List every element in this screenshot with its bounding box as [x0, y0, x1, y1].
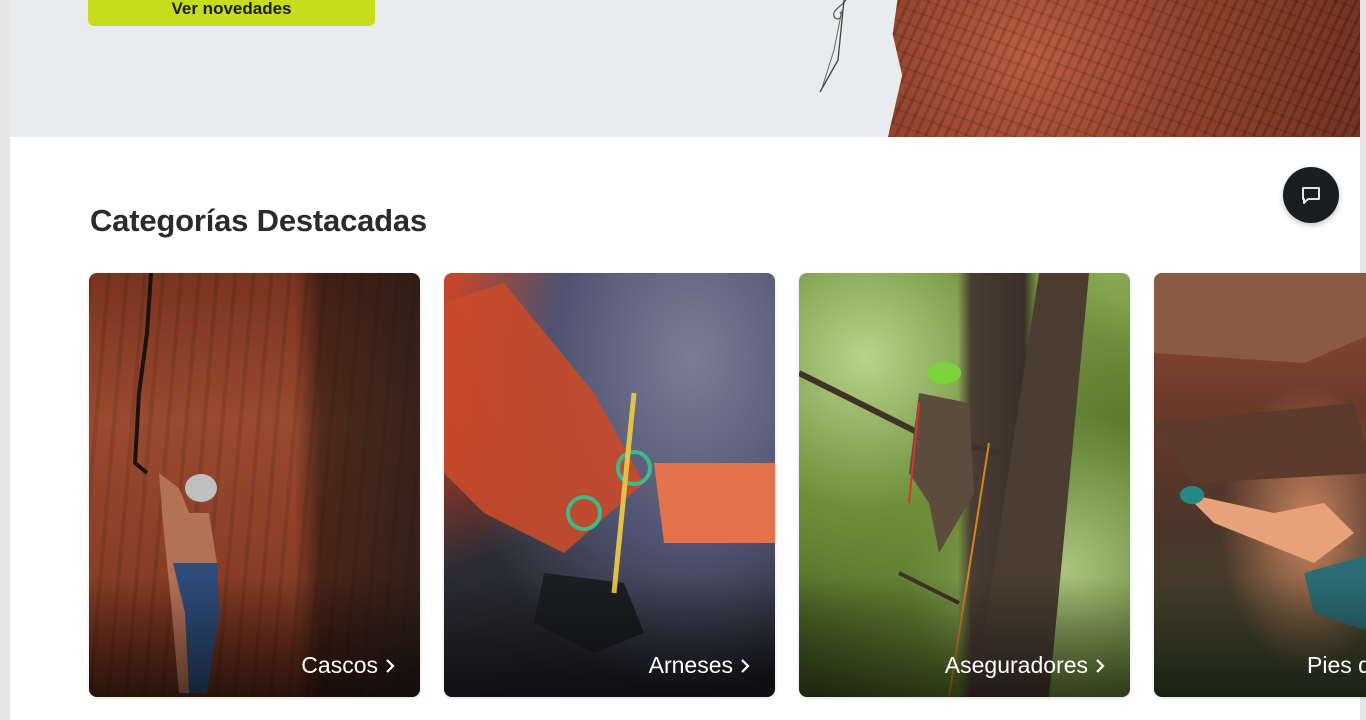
category-name: Arneses — [648, 652, 733, 678]
hero-banner: Ver novedades — [10, 0, 1360, 137]
category-name: Aseguradores — [944, 652, 1088, 678]
card-overlay — [444, 577, 775, 697]
chevron-right-icon — [741, 658, 750, 673]
card-overlay — [1154, 577, 1366, 697]
chat-button[interactable] — [1283, 167, 1339, 223]
chevron-right-icon — [386, 658, 395, 673]
chat-bubble-icon — [1302, 187, 1320, 204]
category-card-arneses[interactable]: Arneses — [444, 273, 775, 697]
ver-novedades-button[interactable]: Ver novedades — [88, 0, 375, 26]
card-overlay — [799, 577, 1130, 697]
featured-categories-title: Categorías Destacadas — [90, 203, 427, 238]
category-name: Pies de gato — [1307, 652, 1366, 678]
category-name: Cascos — [301, 652, 378, 678]
chevron-right-icon — [1096, 658, 1105, 673]
page-frame-left — [0, 0, 10, 720]
category-card-cascos[interactable]: Cascos — [89, 273, 420, 697]
hero-rock-image — [888, 0, 1360, 137]
category-label: Arneses — [649, 652, 751, 679]
category-label: Pies de gato — [1307, 652, 1366, 679]
rope-illustration — [819, 0, 847, 93]
category-card-aseguradores[interactable]: Aseguradores — [799, 273, 1130, 697]
card-overlay — [89, 577, 420, 697]
category-label: Cascos — [301, 652, 396, 679]
category-card-pies-de-gato[interactable]: Pies de gato — [1154, 273, 1366, 697]
category-label: Aseguradores — [945, 652, 1106, 679]
